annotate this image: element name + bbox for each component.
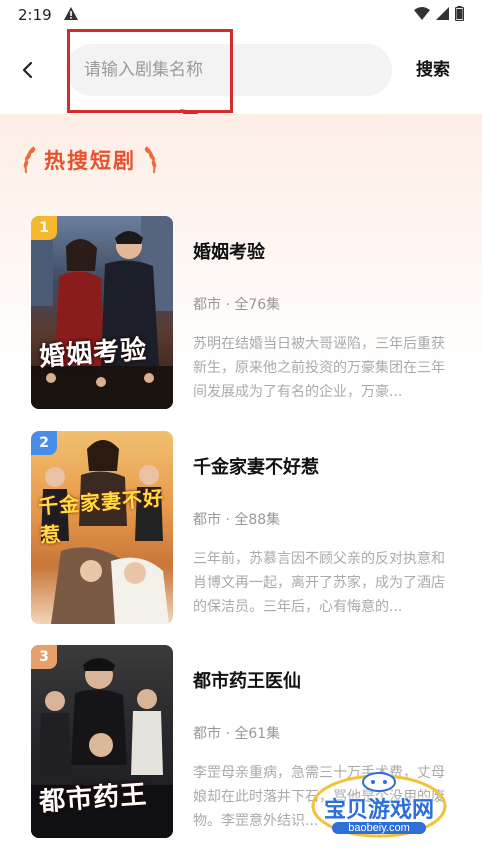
section-title: 热搜短剧: [44, 149, 136, 173]
chevron-left-icon: [22, 61, 33, 79]
drama-item[interactable]: 婚姻考验 1 婚姻考验 都市 · 全76集 苏明在结婚当日被大哥诬陷，三年后重获…: [31, 216, 461, 411]
drama-info: 千金家妻不好惹 都市 · 全88集 三年前，苏慕言因不顾父亲的反对执意和肖博文再…: [193, 431, 455, 619]
drama-poster[interactable]: 千金家妻不好惹 2: [31, 431, 173, 624]
poster-title: 千金家妻不好惹: [37, 485, 165, 548]
drama-meta: 都市 · 全61集: [193, 726, 281, 742]
search-box[interactable]: [66, 44, 392, 96]
drama-poster[interactable]: 都市药王 3: [31, 645, 173, 838]
drama-meta: 都市 · 全88集: [193, 512, 281, 528]
drama-info: 都市药王医仙 都市 · 全61集 李罡母亲重病，急需三十万手术费，丈母娘却在此时…: [193, 645, 455, 833]
status-time: 2:19: [18, 6, 52, 24]
search-header: 搜索: [0, 30, 482, 114]
laurel-left-icon: [23, 146, 36, 174]
drama-info: 婚姻考验 都市 · 全76集 苏明在结婚当日被大哥诬陷，三年后重获新生，原来他之…: [193, 216, 455, 404]
drama-meta: 都市 · 全76集: [193, 297, 281, 313]
poster-art: [31, 216, 173, 409]
drama-description: 三年前，苏慕言因不顾父亲的反对执意和肖博文再一起，离开了苏家，成为了酒店的保洁员…: [193, 551, 445, 615]
section-header: 热搜短剧: [20, 142, 160, 178]
warning-icon: [63, 6, 78, 24]
search-input[interactable]: [84, 44, 374, 96]
drama-description: 苏明在结婚当日被大哥诬陷，三年后重获新生，原来他之前投资的万豪集团在三年间发展成…: [193, 336, 445, 400]
drama-title[interactable]: 千金家妻不好惹: [193, 453, 455, 479]
drama-title[interactable]: 婚姻考验: [193, 238, 455, 264]
drama-item[interactable]: 都市药王 3 都市药王医仙 都市 · 全61集 李罡母亲重病，急需三十万手术费，…: [31, 645, 461, 840]
content-area: 热搜短剧 婚姻考验 1 婚姻考验 都市 · 全76集 苏明在结婚当日被大哥诬陷，…: [0, 114, 482, 858]
signal-icon: [436, 6, 449, 24]
search-button[interactable]: 搜索: [416, 54, 450, 86]
status-bar: 2:19: [0, 0, 482, 30]
laurel-right-icon: [144, 146, 157, 174]
rank-badge: 2: [31, 431, 57, 455]
wifi-icon: [414, 6, 430, 24]
drama-title[interactable]: 都市药王医仙: [193, 667, 455, 693]
drama-description: 李罡母亲重病，急需三十万手术费，丈母娘却在此时落井下石，骂他是个没用的废物。李罡…: [193, 765, 445, 829]
drama-poster[interactable]: 婚姻考验 1: [31, 216, 173, 409]
drama-item[interactable]: 千金家妻不好惹 2 千金家妻不好惹 都市 · 全88集 三年前，苏慕言因不顾父亲…: [31, 431, 461, 626]
battery-icon: [454, 5, 465, 25]
rank-badge: 3: [31, 645, 57, 669]
rank-badge: 1: [31, 216, 57, 240]
back-button[interactable]: [14, 54, 40, 86]
